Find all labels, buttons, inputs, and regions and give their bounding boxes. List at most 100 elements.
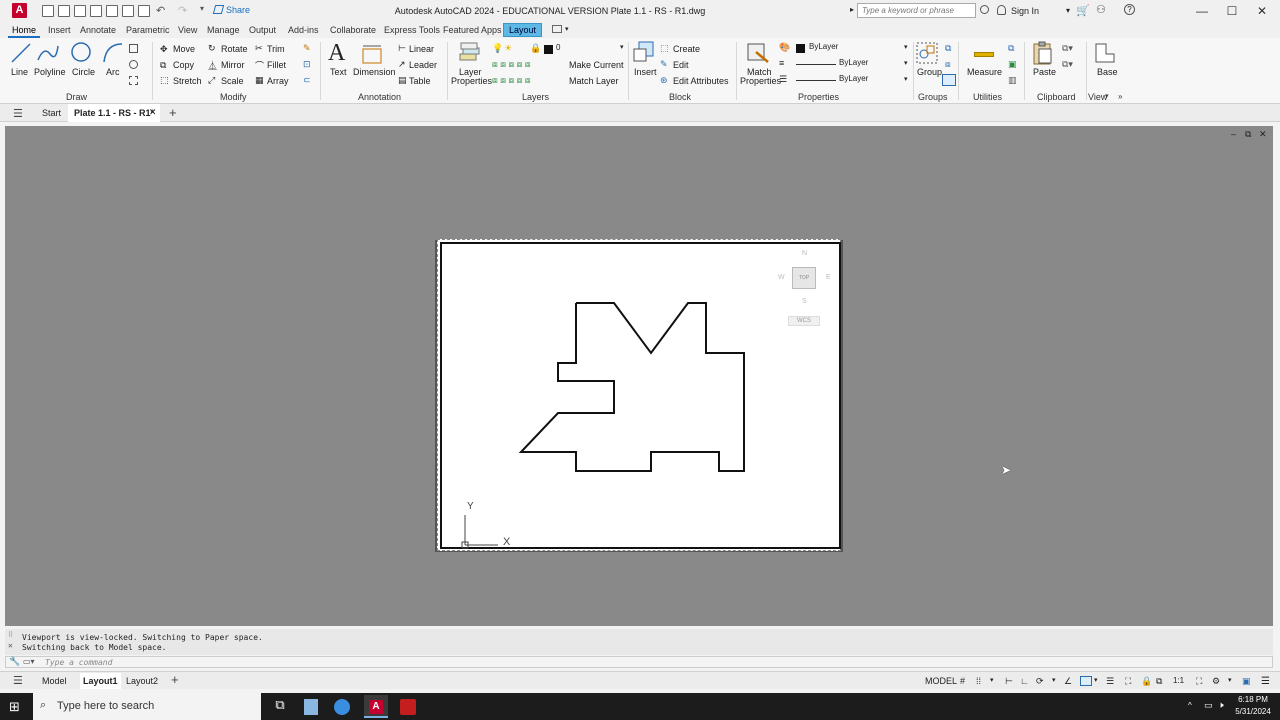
search-expand-icon[interactable]: ▸ [850,5,854,14]
close-icon[interactable]: ✕ [1254,3,1270,19]
tab-collaborate[interactable]: Collaborate [330,25,376,35]
osnap-icon[interactable] [1080,676,1092,686]
viewcube-east[interactable]: E [826,274,831,281]
linetype-dropdown[interactable]: ByLayer [836,57,912,70]
viewcube-west[interactable]: W [778,274,785,281]
cart-icon[interactable]: 🛒 [1076,4,1090,17]
network-icon[interactable]: ▭ [1204,700,1213,711]
layout-menu-icon[interactable]: ☰ [13,674,23,687]
make-current-button[interactable]: Make Current [569,60,624,70]
layer-freeze-icon[interactable]: ☀ [504,43,512,54]
measure-icon[interactable] [974,52,994,57]
explode-icon[interactable]: ⊡ [303,59,311,70]
mirror-button[interactable]: Mirror [221,60,245,70]
command-recent-icon[interactable]: ▭▾ [23,657,35,666]
infer-icon[interactable]: ⊢ [1005,676,1015,686]
copy-clip-icon[interactable]: ⧉▾ [1062,59,1073,70]
sign-in-button[interactable]: Sign In [1011,6,1039,16]
tab-active-drawing[interactable]: Plate 1.1 - RS - R1* [68,104,161,122]
linear-button[interactable]: Linear [409,44,434,54]
annotation-panel-label[interactable]: Annotation [358,92,401,102]
lineweight-dropdown-arrow-icon[interactable]: ▾ [904,75,908,83]
isodraft-icon[interactable]: ∠ [1064,676,1074,686]
tab-featured-apps[interactable]: Featured Apps [443,25,502,35]
fillet-button[interactable]: Fillet [267,60,286,70]
id-point-icon[interactable]: ▥ [1008,75,1017,86]
menu-icon[interactable]: ☰ [13,107,23,120]
boundary-icon[interactable] [129,76,138,85]
groups-panel-label[interactable]: Groups [918,92,948,102]
clipboard-panel-label[interactable]: Clipboard [1037,92,1076,102]
group-button[interactable]: Group [917,67,942,77]
grid-icon[interactable]: # [960,676,970,686]
color-dropdown-arrow-icon[interactable]: ▾ [904,43,908,51]
base-view-icon[interactable] [1094,42,1116,64]
model-space-button[interactable]: MODEL [925,676,957,686]
workspace-dropdown-icon[interactable]: ▾ [1228,676,1238,686]
snap-dropdown-icon[interactable]: ▾ [990,676,1000,686]
viewcube-top-face[interactable]: TOP [792,267,816,289]
viewcube-north[interactable]: N [802,250,807,257]
erase-icon[interactable]: ✎ [303,43,311,54]
view-dropdown-icon[interactable]: ▾ [1105,92,1109,100]
block-panel-label[interactable]: Block [669,92,691,102]
insert-block-icon[interactable] [633,41,655,65]
new-tab-icon[interactable]: + [169,105,177,120]
scale-button[interactable]: Scale [221,76,244,86]
arc-icon[interactable] [102,42,124,64]
cut-icon[interactable]: ⧉▾ [1062,43,1073,54]
move-button[interactable]: Move [173,44,195,54]
draw-panel-label[interactable]: Draw [66,92,87,102]
viewport-close-icon[interactable]: ✕ [1259,129,1267,140]
match-properties-icon[interactable] [746,42,770,64]
color-wheel-icon[interactable]: 🎨 [779,42,790,53]
polyline-button[interactable]: Polyline [34,67,66,77]
circle-button[interactable]: Circle [72,67,95,77]
tab-model[interactable]: Model [42,676,67,686]
isolate-objects-icon[interactable]: ▣ [1242,676,1252,686]
tab-home[interactable]: Home [12,25,36,35]
tab-insert[interactable]: Insert [48,25,71,35]
lineweight-dropdown[interactable]: ByLayer [836,73,912,86]
layer-dropdown-arrow-icon[interactable]: ▾ [620,43,624,51]
taskbar-time[interactable]: 6:18 PM [1234,695,1272,704]
arc-button[interactable]: Arc [106,67,120,77]
tab-add-ins[interactable]: Add-ins [288,25,319,35]
layer-dropdown[interactable]: 0 [553,42,627,55]
match-properties-label-2[interactable]: Properties [740,76,781,86]
color-dropdown[interactable]: ByLayer [806,41,912,54]
autocad-taskbar-button[interactable]: A [364,695,388,718]
layer-properties-label-2[interactable]: Properties [451,76,492,86]
taskbar-search-input[interactable]: ⌕ Type here to search [33,693,261,720]
layer-tools-2-icon[interactable]: ⧈ ⧈ ⧈ ⧈ ⧈ [492,75,531,86]
lineweight-icon[interactable]: ☰ [779,74,787,85]
tab-express-tools[interactable]: Express Tools [384,25,440,35]
maximize-icon[interactable]: ☐ [1224,3,1240,19]
sign-in-dropdown-icon[interactable]: ▾ [1066,6,1070,15]
polar-dropdown-icon[interactable]: ▾ [1052,676,1062,686]
volume-icon[interactable]: 🕨 [1218,700,1224,711]
viewcube-south[interactable]: S [802,298,807,305]
tab-view[interactable]: View [178,25,197,35]
group-selection-icon[interactable] [942,74,956,86]
polyline-icon[interactable] [36,42,60,64]
windows-start-icon[interactable]: ⊞ [9,699,20,715]
snap-icon[interactable]: ⁞⁞ [976,676,986,686]
copy-button[interactable]: Copy [173,60,194,70]
connect-icon[interactable]: ⚇ [1096,3,1106,16]
tab-layout2[interactable]: Layout2 [126,676,158,686]
layer-on-icon[interactable]: 💡 [492,43,503,54]
base-button[interactable]: Base [1097,67,1118,77]
paste-button[interactable]: Paste [1033,67,1056,77]
new-layout-icon[interactable]: + [171,672,179,687]
create-button[interactable]: Create [673,44,700,54]
fullscreen-icon[interactable]: ⛶ [1196,676,1206,686]
quick-select-icon[interactable]: ⧉ [1008,43,1014,54]
annotation-scale[interactable]: 1:1 [1173,676,1184,685]
lineweight-toggle-icon[interactable]: ☰ [1106,676,1116,686]
layer-lock-icon[interactable]: 🔒 [530,43,541,54]
profile-outline[interactable] [518,302,745,472]
command-settings-icon[interactable]: 🔧 [9,656,20,667]
dimension-button[interactable]: Dimension [353,67,396,77]
group-icon[interactable] [916,42,938,64]
